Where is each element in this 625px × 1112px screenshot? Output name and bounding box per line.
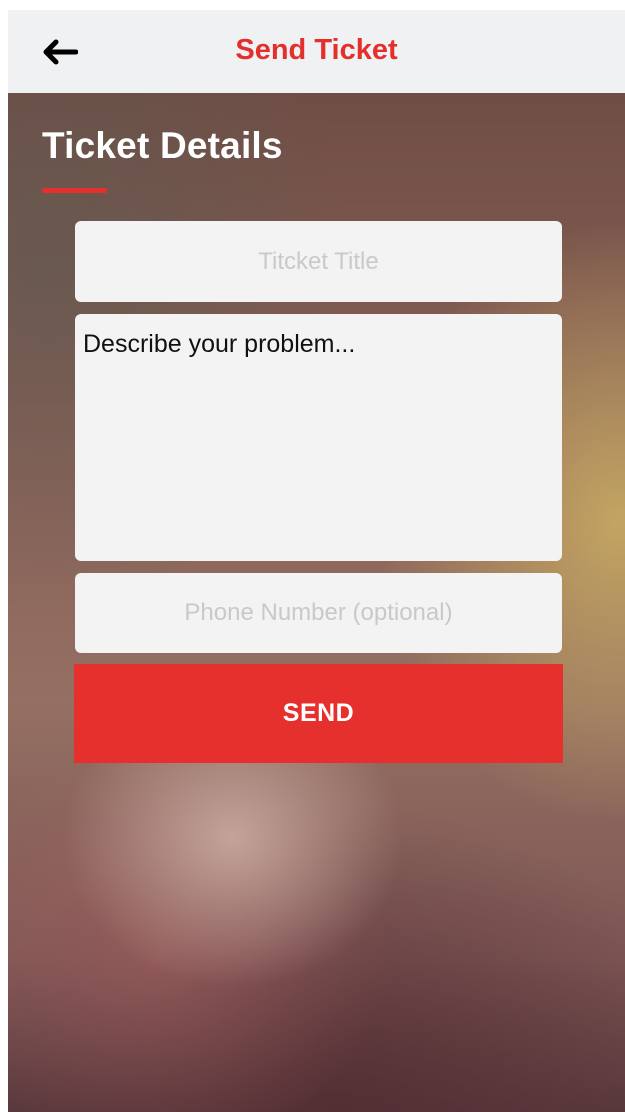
- ticket-form-area: Ticket Details SEND: [8, 93, 625, 1112]
- screen: Send Ticket Ticket Details SEND: [8, 10, 625, 1112]
- send-button[interactable]: SEND: [74, 664, 563, 763]
- phone-number-input[interactable]: [75, 573, 562, 653]
- section-title: Ticket Details: [42, 125, 283, 166]
- arrow-left-icon: [42, 39, 79, 65]
- page-title: Send Ticket: [235, 34, 398, 66]
- section-title-underline: [42, 188, 107, 193]
- ticket-title-input[interactable]: [75, 221, 562, 302]
- nav-bar: Send Ticket: [8, 10, 625, 93]
- back-button[interactable]: [38, 30, 82, 74]
- description-textarea[interactable]: [75, 314, 562, 561]
